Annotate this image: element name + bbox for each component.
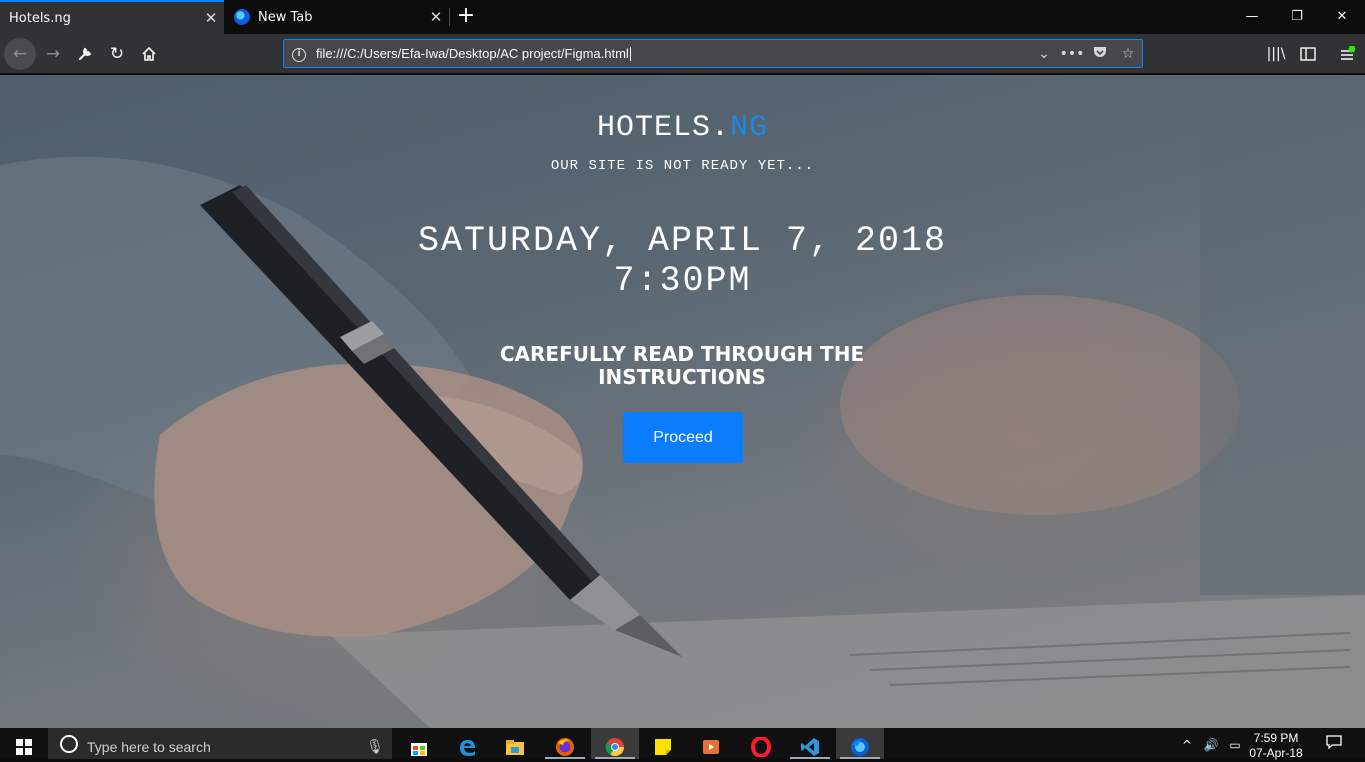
edge-icon[interactable] — [443, 728, 491, 759]
sidebar-icon[interactable] — [1292, 38, 1324, 70]
page-viewport: HOTELS.NG OUR SITE IS NOT READY YET... S… — [0, 75, 1365, 728]
home-icon[interactable] — [133, 38, 165, 70]
battery-icon[interactable]: ▭ — [1224, 728, 1246, 759]
tab-strip: Hotels.ng ✕ New Tab ✕ + — ❐ ✕ — [0, 0, 1365, 34]
address-bar[interactable]: i file:///C:/Users/Efa-Iwa/Desktop/AC pr… — [283, 39, 1143, 68]
tagline: OUR SITE IS NOT READY YET... — [550, 158, 815, 174]
logo-text: HOTELS. — [596, 111, 730, 145]
proceed-button[interactable]: Proceed — [623, 412, 743, 463]
bookmark-star-icon[interactable]: ☆ — [1114, 46, 1142, 62]
launch-time: 7:30PM — [613, 261, 752, 301]
windows-taskbar: Type here to search 🎙 ^ 🔊 ▭ 7:59 PM 07-A… — [0, 728, 1365, 761]
cortana-icon — [60, 734, 78, 753]
taskbar-search[interactable]: Type here to search 🎙 — [48, 728, 392, 759]
chrome-icon[interactable] — [591, 728, 639, 759]
forward-button[interactable]: → — [37, 38, 69, 70]
minimize-button[interactable]: — — [1229, 0, 1275, 34]
windows-logo-icon — [16, 739, 32, 755]
tab-hotels-ng[interactable]: Hotels.ng ✕ — [0, 0, 224, 34]
restore-button[interactable]: ❐ — [1274, 0, 1320, 34]
firefox-taskbar-icon[interactable] — [541, 728, 589, 759]
tab-title: Hotels.ng — [9, 10, 71, 26]
close-window-button[interactable]: ✕ — [1319, 0, 1365, 34]
new-tab-button[interactable]: + — [452, 3, 480, 31]
menu-icon[interactable] — [1331, 38, 1363, 70]
firefox-active-icon[interactable] — [836, 728, 884, 759]
site-logo: HOTELS.NG — [0, 111, 1365, 145]
back-button[interactable]: ← — [4, 38, 36, 70]
tab-separator — [449, 8, 450, 26]
store-icon[interactable] — [395, 728, 443, 759]
url-text[interactable]: file:///C:/Users/Efa-Iwa/Desktop/AC proj… — [314, 46, 1030, 62]
library-icon[interactable]: |||\ — [1260, 38, 1292, 70]
show-hidden-icons-chevron-icon[interactable]: ^ — [1177, 728, 1197, 759]
instructions-heading: CAREFULLY READ THROUGH THE INSTRUCTIONS — [499, 342, 865, 389]
search-placeholder: Type here to search — [87, 738, 211, 755]
launch-date: SATURDAY, APRIL 7, 2018 — [417, 221, 948, 261]
chevron-down-icon[interactable]: ⌄ — [1030, 46, 1058, 62]
site-info-icon[interactable]: i — [284, 45, 314, 62]
file-explorer-icon[interactable] — [491, 728, 539, 759]
action-center-icon[interactable] — [1318, 728, 1350, 759]
wrench-icon[interactable] — [69, 38, 101, 70]
tab-title: New Tab — [258, 9, 313, 25]
close-tab-icon[interactable]: ✕ — [198, 9, 224, 27]
microphone-icon[interactable]: 🎙 — [358, 733, 392, 755]
more-actions-icon[interactable]: ••• — [1058, 46, 1086, 62]
taskbar-clock[interactable]: 7:59 PM 07-Apr-18 — [1246, 731, 1306, 761]
start-button[interactable] — [0, 728, 48, 759]
media-player-icon[interactable] — [687, 728, 735, 759]
pocket-icon[interactable] — [1086, 45, 1114, 63]
opera-icon[interactable] — [737, 728, 785, 759]
close-tab-icon[interactable]: ✕ — [423, 8, 449, 26]
logo-accent-text: NG — [730, 111, 769, 145]
navigation-toolbar: ← → ↻ i file:///C:/Users/Efa-Iwa/Desktop… — [0, 34, 1365, 74]
firefox-icon — [234, 9, 250, 25]
clock-time: 7:59 PM — [1253, 731, 1299, 745]
sticky-notes-icon[interactable] — [639, 728, 687, 759]
volume-icon[interactable]: 🔊 — [1199, 728, 1223, 759]
reload-icon[interactable]: ↻ — [101, 38, 133, 70]
vscode-icon[interactable] — [786, 728, 834, 759]
tab-new-tab[interactable]: New Tab ✕ — [225, 0, 449, 34]
